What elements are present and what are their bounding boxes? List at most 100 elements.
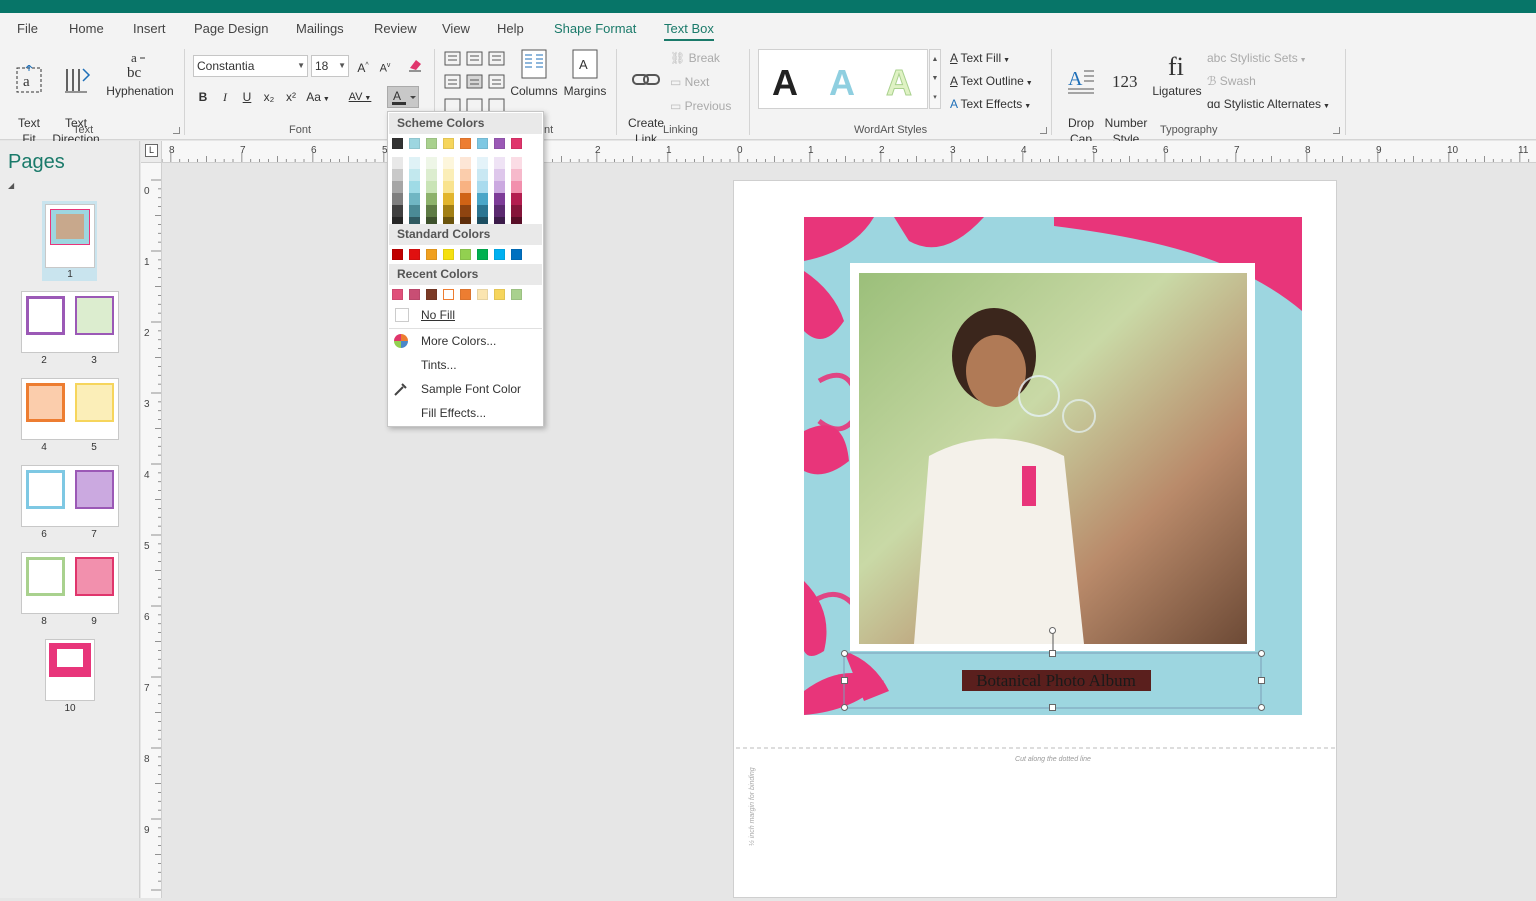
typography-group-launcher[interactable] xyxy=(1333,127,1340,134)
scheme-tint-swatch[interactable] xyxy=(409,169,420,181)
scheme-tint-swatch[interactable] xyxy=(460,169,471,181)
ligatures-button[interactable]: fi Ligatures xyxy=(1151,49,1203,99)
scheme-tint-swatch[interactable] xyxy=(426,181,437,193)
no-fill-option[interactable]: No Fill xyxy=(421,308,455,322)
tab-mailings[interactable]: Mailings xyxy=(296,21,344,36)
scheme-tint-swatch[interactable] xyxy=(494,157,505,169)
scheme-tint-swatch[interactable] xyxy=(511,169,522,181)
wordart-style-blue[interactable]: A xyxy=(829,62,855,104)
subscript-button[interactable]: x₂ xyxy=(259,87,279,107)
scheme-tint-swatch[interactable] xyxy=(426,205,437,217)
change-case-button[interactable]: Aa ▼ xyxy=(304,87,332,107)
tab-insert[interactable]: Insert xyxy=(133,21,166,36)
underline-button[interactable]: U xyxy=(237,87,257,107)
scheme-tint-swatch[interactable] xyxy=(477,169,488,181)
scheme-tint-swatch[interactable] xyxy=(409,181,420,193)
font-name-combo[interactable]: Constantia ▼ xyxy=(193,55,308,77)
tab-stop-selector[interactable]: L xyxy=(145,144,158,157)
scheme-tint-swatch[interactable] xyxy=(443,157,454,169)
margins-button[interactable]: A Margins xyxy=(562,49,608,99)
scheme-tint-swatch[interactable] xyxy=(409,157,420,169)
ruler-corner[interactable]: L xyxy=(141,141,162,163)
hyphenation-button[interactable]: a bc Hyphenation xyxy=(104,49,176,99)
tab-help[interactable]: Help xyxy=(497,21,524,36)
scheme-tint-swatch[interactable] xyxy=(511,193,522,205)
scheme-color-swatch[interactable] xyxy=(477,138,488,149)
resize-handle-nw[interactable] xyxy=(841,650,848,657)
superscript-button[interactable]: x² xyxy=(281,87,301,107)
scheme-tint-swatch[interactable] xyxy=(460,181,471,193)
recent-color-swatch[interactable] xyxy=(409,289,420,300)
columns-button[interactable]: Columns xyxy=(510,49,558,99)
scheme-tint-swatch[interactable] xyxy=(494,193,505,205)
scheme-tint-swatch[interactable] xyxy=(392,157,403,169)
scheme-color-swatch[interactable] xyxy=(443,138,454,149)
shrink-font-icon[interactable]: Av xyxy=(375,56,395,76)
sample-font-color-option[interactable]: Sample Font Color xyxy=(421,382,521,396)
scheme-tint-swatch[interactable] xyxy=(494,169,505,181)
vertical-ruler[interactable]: 0 1 2 3 4 5 6 7 8 9 xyxy=(141,163,162,898)
scheme-tint-swatch[interactable] xyxy=(443,181,454,193)
scheme-tint-swatch[interactable] xyxy=(426,157,437,169)
horizontal-ruler[interactable]: 8765432101234567891011 xyxy=(161,141,1536,163)
wordart-style-green[interactable]: A xyxy=(886,62,913,104)
font-color-button[interactable]: A xyxy=(387,86,419,108)
grow-font-icon[interactable]: A^ xyxy=(353,56,373,76)
resize-handle-w[interactable] xyxy=(841,677,848,684)
scheme-tint-swatch[interactable] xyxy=(511,181,522,193)
standard-color-swatch[interactable] xyxy=(511,249,522,260)
scheme-color-swatch[interactable] xyxy=(409,138,420,149)
wordart-style-black[interactable]: A xyxy=(772,62,798,104)
scheme-color-swatch[interactable] xyxy=(392,138,403,149)
resize-handle-se[interactable] xyxy=(1258,704,1265,711)
tints-option[interactable]: Tints... xyxy=(421,358,457,372)
standard-color-swatch[interactable] xyxy=(392,249,403,260)
scheme-tint-swatch[interactable] xyxy=(392,181,403,193)
recent-color-swatch[interactable] xyxy=(443,289,454,300)
scheme-color-swatch[interactable] xyxy=(426,138,437,149)
page-thumb-1[interactable] xyxy=(45,204,95,268)
text-effects-button[interactable]: A Text Effects ▼ xyxy=(950,95,1031,113)
scheme-tint-swatch[interactable] xyxy=(426,193,437,205)
recent-color-swatch[interactable] xyxy=(494,289,505,300)
scheme-tint-swatch[interactable] xyxy=(392,205,403,217)
page-thumb-10[interactable] xyxy=(45,639,95,701)
page-thumb-2-3[interactable] xyxy=(21,291,119,353)
scheme-tint-swatch[interactable] xyxy=(392,169,403,181)
wordart-gallery[interactable]: A A A xyxy=(758,49,928,109)
publication-page[interactable]: Botanical Photo Album Cut along the dott… xyxy=(733,180,1337,898)
scheme-tint-swatch[interactable] xyxy=(460,157,471,169)
scheme-tint-swatch[interactable] xyxy=(443,205,454,217)
standard-color-swatch[interactable] xyxy=(443,249,454,260)
scheme-color-swatch[interactable] xyxy=(494,138,505,149)
resize-handle-n[interactable] xyxy=(1049,650,1056,657)
scheme-tint-swatch[interactable] xyxy=(494,205,505,217)
break-link-button[interactable]: ⛓ Break xyxy=(670,49,720,67)
collapse-triangle-icon[interactable]: ◢ xyxy=(8,181,14,190)
tab-file[interactable]: File xyxy=(17,21,38,36)
recent-color-swatch[interactable] xyxy=(511,289,522,300)
scheme-color-swatch[interactable] xyxy=(511,138,522,149)
previous-button[interactable]: ▭ Previous xyxy=(670,97,731,115)
tab-home[interactable]: Home xyxy=(69,21,104,36)
standard-color-swatch[interactable] xyxy=(409,249,420,260)
alignment-grid-icon[interactable] xyxy=(444,51,506,117)
resize-handle-e[interactable] xyxy=(1258,677,1265,684)
text-fill-button[interactable]: A Text Fill ▼ xyxy=(950,49,1010,67)
fill-effects-option[interactable]: Fill Effects... xyxy=(421,406,486,420)
recent-color-swatch[interactable] xyxy=(392,289,403,300)
stylistic-sets-button[interactable]: abc Stylistic Sets ▼ xyxy=(1207,49,1307,67)
scheme-tint-swatch[interactable] xyxy=(443,193,454,205)
drop-cap-button[interactable]: A Drop Cap xyxy=(1060,49,1102,147)
scheme-tint-swatch[interactable] xyxy=(409,205,420,217)
page-thumb-8-9[interactable] xyxy=(21,552,119,614)
font-size-combo[interactable]: 18 ▼ xyxy=(311,55,349,77)
more-colors-option[interactable]: More Colors... xyxy=(421,334,496,348)
standard-color-swatch[interactable] xyxy=(460,249,471,260)
scheme-tint-swatch[interactable] xyxy=(511,205,522,217)
scheme-tint-swatch[interactable] xyxy=(511,157,522,169)
next-button[interactable]: ▭ Next xyxy=(670,73,709,91)
stylistic-alternates-button[interactable]: ɑɑ Stylistic Alternates ▼ xyxy=(1207,95,1330,113)
scheme-tint-swatch[interactable] xyxy=(409,193,420,205)
scheme-tint-swatch[interactable] xyxy=(460,205,471,217)
